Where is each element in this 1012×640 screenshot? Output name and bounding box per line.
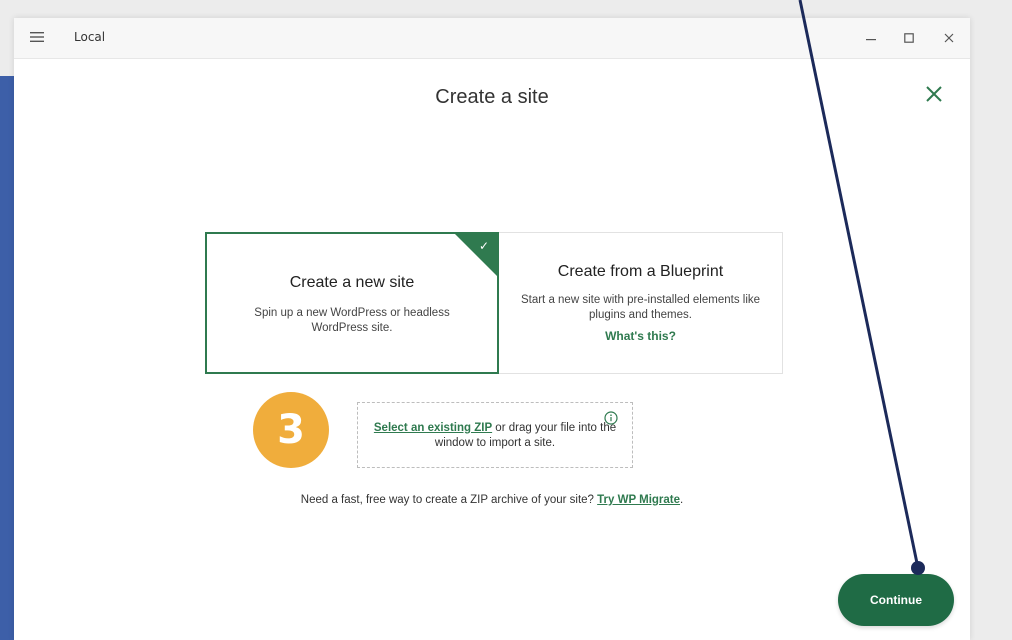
background-blue-strip [0, 76, 14, 640]
modal-close-icon[interactable] [920, 80, 948, 108]
footer-text: Need a fast, free way to create a ZIP ar… [300, 494, 598, 506]
try-wp-migrate-link[interactable]: Try WP Migrate [597, 494, 680, 506]
modal-title: Create a site [435, 86, 549, 108]
title-bar: Local [14, 18, 970, 59]
close-icon[interactable] [938, 28, 960, 48]
info-icon[interactable] [604, 411, 618, 425]
app-name: Local [74, 30, 106, 44]
continue-button[interactable]: Continue [838, 574, 954, 626]
option-create-from-blueprint[interactable]: Create from a Blueprint Start a new site… [499, 232, 783, 374]
option-title: Create from a Blueprint [557, 263, 724, 280]
app-window: Local Create a site ✓ Create a new site … [14, 18, 970, 640]
option-description: Start a new site with pre-installed elem… [520, 294, 761, 321]
step-badge: 3 [253, 392, 329, 468]
maximize-icon[interactable] [898, 28, 920, 48]
option-create-new-site[interactable]: ✓ Create a new site Spin up a new WordPr… [205, 232, 499, 374]
footer-note: Need a fast, free way to create a ZIP ar… [14, 494, 970, 506]
footer-suffix: . [680, 494, 684, 506]
whats-this-link[interactable]: What's this? [499, 329, 782, 343]
option-title: Create a new site [289, 274, 415, 291]
hamburger-menu-icon[interactable] [30, 31, 44, 43]
zip-drop-zone[interactable]: Select an existing ZIP or drag your file… [357, 402, 633, 468]
option-description: Spin up a new WordPress or headless Word… [254, 307, 450, 334]
selected-corner [453, 232, 499, 278]
select-zip-link[interactable]: Select an existing ZIP [374, 422, 492, 434]
minimize-icon[interactable] [860, 28, 882, 48]
check-icon: ✓ [478, 239, 489, 253]
